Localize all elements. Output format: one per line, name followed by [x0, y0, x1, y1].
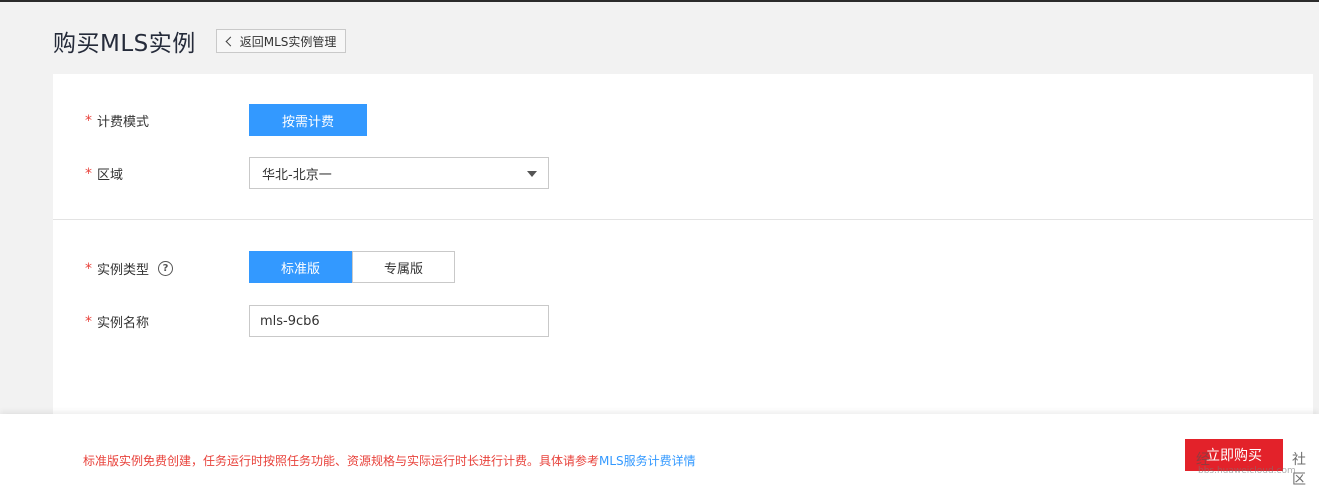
billing-details-link[interactable]: MLS服务计费详情: [599, 454, 696, 468]
region-label-text: 区域: [97, 168, 124, 183]
footer-bar: 标准版实例免费创建，任务运行时按照任务功能、资源规格与实际运行时长进行计费。具体…: [0, 414, 1319, 486]
region-select[interactable]: 华北-北京一: [249, 157, 549, 189]
back-button-label: 返回MLS实例管理: [239, 34, 337, 49]
instance-name-input[interactable]: [249, 305, 549, 337]
help-icon[interactable]: ?: [158, 261, 174, 276]
billing-mode-on-demand-button[interactable]: 按需计费: [249, 104, 367, 136]
instance-type-standard-option[interactable]: 标准版: [249, 251, 352, 283]
watermark: 经 社 区 bbs.huaweicloud.com: [1196, 449, 1306, 486]
required-mark: *: [85, 165, 92, 182]
chevron-left-icon: [225, 36, 236, 46]
page-header: 购买MLS实例 返回MLS实例管理: [53, 24, 347, 58]
region-label: * 区域: [85, 164, 124, 184]
instance-type-label-text: 实例类型: [97, 263, 150, 278]
billing-notice-text: 标准版实例免费创建，任务运行时按照任务功能、资源规格与实际运行时长进行计费。具体…: [83, 454, 600, 468]
required-mark: *: [85, 112, 92, 129]
billing-mode-label-text: 计费模式: [97, 115, 150, 130]
required-mark: *: [85, 260, 92, 277]
billing-notice: 标准版实例免费创建，任务运行时按照任务功能、资源规格与实际运行时长进行计费。具体…: [83, 452, 696, 469]
instance-type-segmented-control: 标准版 专属版: [249, 251, 455, 283]
back-to-instance-management-button[interactable]: 返回MLS实例管理: [215, 29, 347, 53]
instance-name-label-text: 实例名称: [97, 316, 150, 331]
region-select-value: 华北-北京一: [262, 167, 332, 183]
caret-down-icon: [527, 171, 537, 177]
page-title: 购买MLS实例: [53, 31, 196, 57]
required-mark: *: [85, 313, 92, 330]
watermark-url: bbs.huaweicloud.com: [1198, 466, 1296, 476]
instance-name-label: * 实例名称: [85, 312, 150, 332]
instance-type-dedicated-option[interactable]: 专属版: [352, 251, 455, 283]
purchase-form-card: * 计费模式 按需计费 * 区域 华北-北京一 * 实例类型 ? 标准版 专属版…: [53, 74, 1313, 414]
billing-mode-label: * 计费模式: [85, 111, 150, 131]
instance-type-label: * 实例类型 ?: [85, 259, 174, 278]
section-divider: [53, 219, 1313, 220]
